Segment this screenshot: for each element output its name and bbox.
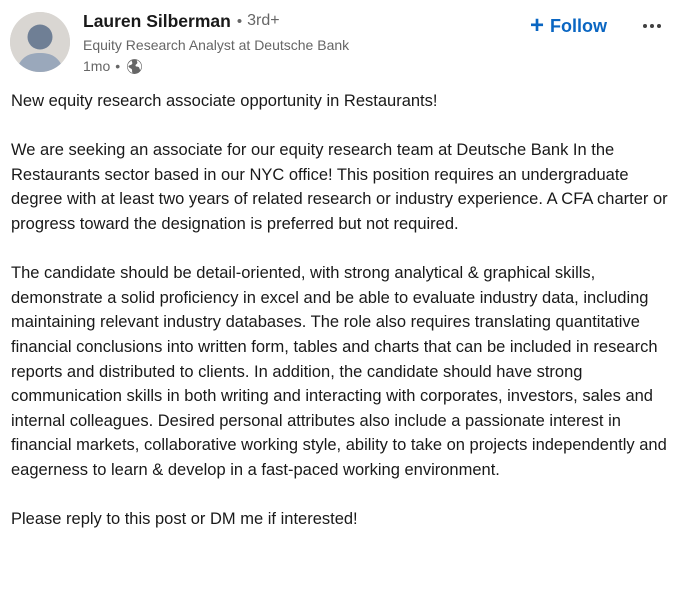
post-paragraph: New equity research associate opportunit…: [11, 92, 438, 110]
post-timestamp-row: 1mo •: [83, 57, 349, 75]
post-paragraph: Please reply to this post or DM me if in…: [11, 510, 358, 529]
post-header: Lauren Silberman • 3rd+ Equity Research …: [10, 8, 670, 78]
globe-icon: [126, 58, 143, 75]
separator-dot: •: [115, 58, 121, 74]
follow-button[interactable]: + Follow: [530, 11, 607, 41]
post-paragraph: We are seeking an associate for our equi…: [11, 141, 668, 233]
post-paragraph: The candidate should be detail-oriented,…: [11, 264, 667, 479]
author-name[interactable]: Lauren Silberman: [83, 11, 231, 32]
person-placeholder-icon: [10, 12, 70, 72]
separator-dot: •: [236, 12, 243, 30]
author-name-row: Lauren Silberman • 3rd+: [83, 8, 349, 34]
author-headline: Equity Research Analyst at Deutsche Bank: [83, 37, 350, 53]
follow-label: Follow: [550, 15, 608, 36]
post-body: New equity research associate opportunit…: [11, 89, 675, 532]
post-time[interactable]: 1mo: [83, 58, 110, 74]
more-options-button[interactable]: [638, 12, 666, 40]
plus-icon: +: [530, 12, 545, 39]
ellipsis-icon: [643, 24, 661, 28]
author-meta: Lauren Silberman • 3rd+ Equity Research …: [83, 8, 349, 75]
avatar[interactable]: [10, 12, 70, 72]
feed-post: Lauren Silberman • 3rd+ Equity Research …: [0, 0, 680, 597]
connection-degree: 3rd+: [247, 12, 280, 29]
